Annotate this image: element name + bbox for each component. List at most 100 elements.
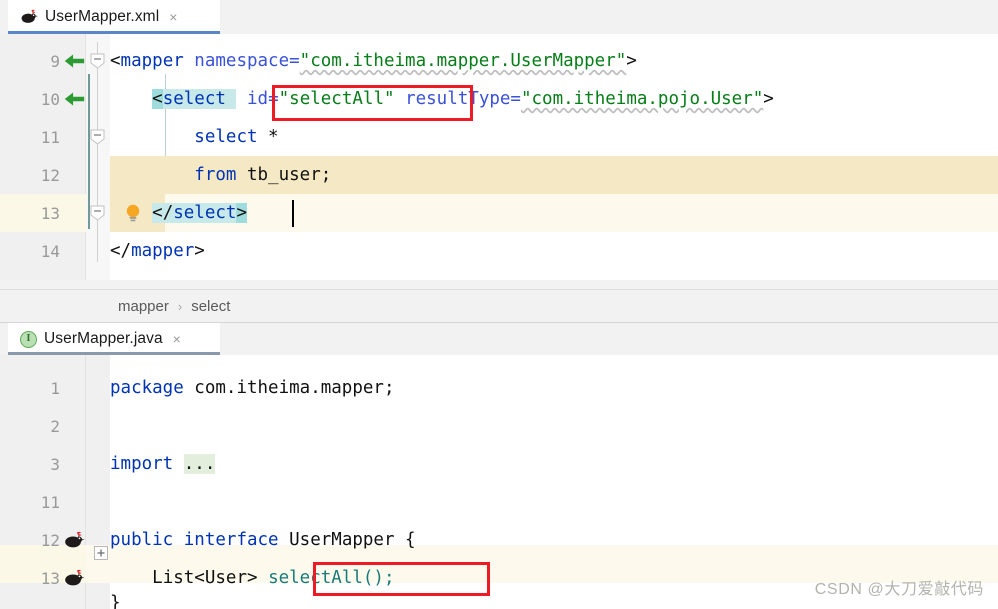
code-text: select * [110, 118, 279, 156]
green-left-arrow-icon[interactable] [62, 80, 86, 118]
tab-label: UserMapper.java [44, 330, 163, 347]
line-number: 1 [50, 378, 60, 398]
code-text: import ... [110, 445, 216, 483]
code-line: 2 [0, 407, 998, 445]
java-interface-name: UserMapper [289, 530, 395, 550]
line-number: 2 [50, 416, 60, 436]
xml-tab-bar: UserMapper.xml × [0, 0, 998, 34]
xml-code-editor[interactable]: 9 < mapper namespace= "com.itheima.mapper.… [0, 34, 998, 280]
code-line: 11 [0, 483, 998, 521]
chevron-right-icon: › [177, 299, 183, 314]
java-keyword-public: public [110, 530, 174, 550]
code-text: from tb_user; [110, 156, 331, 194]
code-text: </select > [110, 194, 247, 232]
sql-keyword-from: from [194, 165, 237, 185]
code-line: 14 </mapper > [0, 232, 998, 270]
green-left-arrow-icon[interactable] [62, 42, 86, 80]
fold-marker[interactable] [90, 53, 105, 69]
line-number: 3 [50, 454, 60, 474]
line-number: 11 [40, 492, 60, 512]
line-number: 14 [40, 241, 60, 261]
breadcrumb[interactable]: mapper › select [0, 289, 998, 323]
code-text: </mapper > [110, 232, 205, 270]
code-line: 1 package com.itheima.mapper; [0, 369, 998, 407]
java-keyword-import: import [110, 454, 174, 474]
code-line: 11 select * [0, 118, 998, 221]
java-package-name: com.itheima.mapper; [183, 378, 395, 398]
code-line: 10 < select id= "selectAll" resultType= "co… [0, 80, 998, 145]
xml-close-bracket: </ [152, 203, 174, 223]
tab-usermapper-java[interactable]: I UserMapper.java × [8, 323, 220, 355]
line-number: 9 [50, 51, 60, 71]
line-number: 12 [40, 165, 60, 185]
xml-attr-id-name: id= [236, 89, 279, 109]
line-number: 10 [40, 89, 60, 109]
code-line: 3 import ... [0, 445, 998, 560]
close-icon[interactable]: × [169, 10, 177, 24]
xml-attr-value: "com.itheima.mapper.UserMapper" [299, 51, 627, 71]
code-line: 13 </select > [0, 194, 998, 232]
xml-close-tag-name: select [173, 203, 237, 223]
xml-tag-name: select [162, 89, 226, 109]
code-line: 12 public interface UserMapper { [0, 521, 998, 559]
code-text: List<User> selectAll(); [110, 559, 395, 597]
xml-attr-id-value: "selectAll" [278, 89, 395, 109]
xml-tag-name: mapper [120, 51, 184, 71]
tab-usermapper-xml[interactable]: UserMapper.xml × [8, 0, 220, 34]
code-text: < mapper namespace= "com.itheima.mapper.Us… [110, 42, 637, 80]
mybatis-bird-icon[interactable] [62, 521, 86, 559]
code-text: package com.itheima.mapper; [110, 369, 394, 407]
intellij-editor-window: UserMapper.xml × 9 < mapper namespace= "… [0, 0, 998, 609]
line-number: 13 [40, 203, 60, 223]
sql-keyword-select: select [194, 127, 258, 147]
close-icon[interactable]: × [173, 332, 181, 346]
java-return-type: List<User> [152, 568, 258, 588]
sql-rest: * [257, 127, 279, 147]
breadcrumb-item-mapper[interactable]: mapper [118, 298, 169, 315]
line-number: 12 [40, 530, 60, 550]
java-method-selectall: selectAll(); [268, 568, 395, 588]
xml-bracket: < [152, 89, 163, 109]
java-keyword-interface: interface [183, 530, 279, 550]
java-open-brace: { [405, 530, 416, 550]
xml-attr-rt-name: resultType= [394, 89, 521, 109]
breadcrumb-items: mapper › select [118, 298, 230, 315]
xml-close-tag-name: mapper [131, 241, 195, 261]
line-number: 11 [40, 127, 60, 147]
collapsed-imports-placeholder[interactable]: ... [183, 454, 216, 474]
tag-space [225, 89, 237, 109]
xml-bracket-close: > [626, 51, 637, 71]
xml-close-bracket-end: > [194, 241, 205, 261]
interface-icon-letter: I [26, 333, 31, 344]
xml-bracket: < [110, 51, 121, 71]
xml-bracket-close: > [763, 89, 774, 109]
java-tab-bar: I UserMapper.java × [0, 323, 998, 355]
mybatis-bird-icon [20, 9, 38, 25]
mybatis-bird-icon[interactable] [62, 559, 86, 597]
xml-close-bracket-end: > [236, 203, 247, 223]
code-text: public interface UserMapper { [110, 521, 416, 559]
line-number: 13 [40, 568, 60, 588]
xml-attr-rt-value: "com.itheima.pojo.User" [520, 89, 764, 109]
breadcrumb-item-select[interactable]: select [191, 298, 230, 315]
xml-close-bracket: </ [110, 241, 132, 261]
code-line: 12 from tb_user; [0, 156, 998, 194]
xml-attr-name: namespace= [183, 51, 300, 71]
code-text: } [110, 593, 121, 609]
java-code-editor[interactable]: 1 package com.itheima.mapper; 2 3 import… [0, 355, 998, 609]
code-line: 9 < mapper namespace= "com.itheima.mapper.… [0, 42, 998, 80]
text-caret [292, 200, 294, 227]
tab-label: UserMapper.xml [45, 8, 160, 25]
java-keyword-package: package [110, 378, 184, 398]
code-text: < select id= "selectAll" resultType= "com.i… [110, 80, 774, 118]
sql-table: tb_user; [236, 165, 332, 185]
